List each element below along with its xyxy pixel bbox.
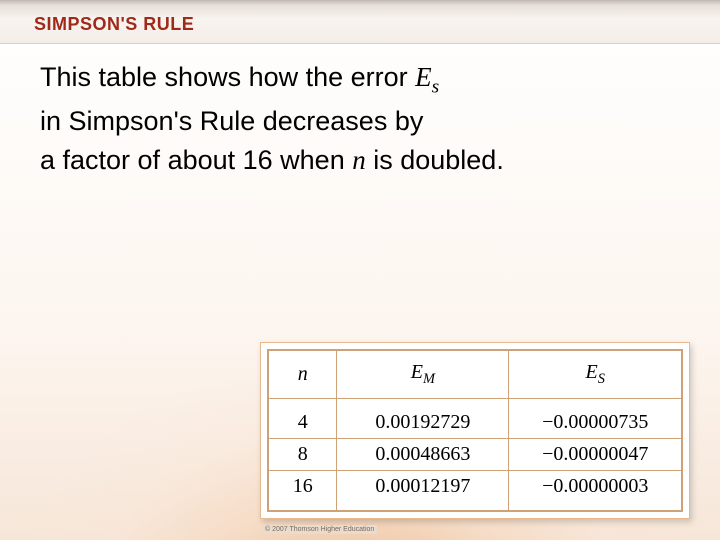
body-line-1a: This table shows how the error	[40, 62, 415, 92]
error-table: n EM ES 4 0.00192729 −0.00000735 8 0.000…	[268, 350, 682, 511]
cell-es: −0.00000735	[509, 399, 682, 439]
header-title: SIMPSON'S RULE	[34, 14, 194, 35]
cell-em: 0.00048663	[337, 439, 509, 471]
body-line-2: in Simpson's Rule decreases by	[40, 102, 680, 141]
th-em: EM	[337, 351, 509, 399]
cell-em: 0.00192729	[337, 399, 509, 439]
table-row: 4 0.00192729 −0.00000735	[269, 399, 682, 439]
copyright-text: © 2007 Thomson Higher Education	[262, 525, 377, 534]
cell-es: −0.00000047	[509, 439, 682, 471]
body-text: This table shows how the error Es in Sim…	[40, 58, 680, 180]
table-row: 8 0.00048663 −0.00000047	[269, 439, 682, 471]
var-n: n	[352, 145, 366, 175]
table-row: 16 0.00012197 −0.00000003	[269, 471, 682, 511]
cell-n: 8	[269, 439, 337, 471]
cell-es: −0.00000003	[509, 471, 682, 511]
body-line-3c: is doubled.	[366, 145, 504, 175]
th-em-main: E	[411, 361, 423, 383]
var-E-sub: s	[432, 76, 440, 97]
table-container: n EM ES 4 0.00192729 −0.00000735 8 0.000…	[260, 342, 690, 519]
th-es: ES	[509, 351, 682, 399]
th-n: n	[269, 351, 337, 399]
table-header-row: n EM ES	[269, 351, 682, 399]
body-line-3a: a factor of about 16 when	[40, 145, 352, 175]
var-E: E	[415, 62, 432, 92]
th-es-sub: S	[598, 371, 605, 387]
cell-n: 4	[269, 399, 337, 439]
cell-em: 0.00012197	[337, 471, 509, 511]
th-n-text: n	[298, 363, 308, 385]
body-line-3: a factor of about 16 when n is doubled.	[40, 141, 680, 180]
th-em-sub: M	[423, 371, 435, 387]
cell-n: 16	[269, 471, 337, 511]
table-inner: n EM ES 4 0.00192729 −0.00000735 8 0.000…	[267, 349, 683, 512]
header-band: SIMPSON'S RULE	[0, 0, 720, 44]
th-es-main: E	[586, 361, 598, 383]
body-line-1: This table shows how the error Es	[40, 58, 680, 102]
